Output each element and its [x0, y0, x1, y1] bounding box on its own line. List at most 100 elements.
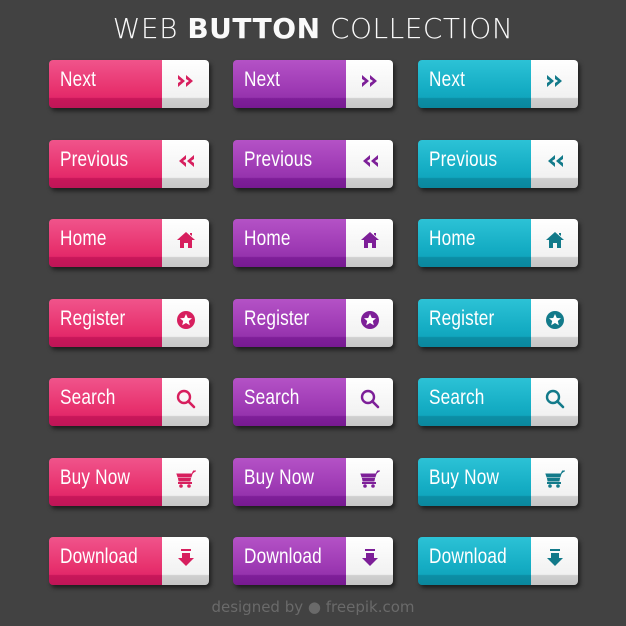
button-label: Search — [60, 386, 116, 409]
button-icon-area — [346, 299, 393, 347]
button-icon-area — [162, 537, 209, 585]
pink-buy-now-button[interactable]: Buy Now — [49, 458, 209, 506]
button-label: Buy Now — [60, 466, 131, 489]
cyan-download-button[interactable]: Download — [418, 537, 578, 585]
button-label-area: Download — [418, 537, 531, 585]
button-icon-area — [162, 378, 209, 426]
button-icon-area — [531, 140, 578, 188]
button-label-area: Register — [418, 299, 531, 347]
button-icon-area — [162, 299, 209, 347]
download-arrow-icon — [546, 549, 563, 566]
double-chevron-left-icon — [547, 155, 563, 167]
purple-download-button[interactable]: Download — [233, 537, 393, 585]
cart-icon — [544, 470, 565, 488]
button-label-area: Search — [49, 378, 162, 426]
purple-previous-button[interactable]: Previous — [233, 140, 393, 188]
button-label: Search — [429, 386, 485, 409]
button-label: Search — [244, 386, 300, 409]
pink-download-button[interactable]: Download — [49, 537, 209, 585]
button-label: Register — [244, 307, 310, 330]
cart-icon — [359, 470, 380, 488]
freepik-logo-icon: ● — [307, 598, 321, 616]
button-label-area: Previous — [418, 140, 531, 188]
button-label: Home — [60, 227, 107, 250]
button-label-area: Home — [233, 219, 346, 267]
pink-previous-button[interactable]: Previous — [49, 140, 209, 188]
title-part-bold: BUTTON — [187, 12, 321, 45]
button-icon-area — [346, 458, 393, 506]
button-icon-area — [346, 60, 393, 108]
double-chevron-right-icon — [361, 75, 377, 87]
search-icon — [360, 389, 379, 409]
title-part-2: COLLECTION — [320, 12, 514, 45]
button-icon-area — [162, 219, 209, 267]
purple-register-button[interactable]: Register — [233, 299, 393, 347]
button-icon-area — [162, 60, 209, 108]
button-icon-area — [346, 140, 393, 188]
cyan-home-button[interactable]: Home — [418, 219, 578, 267]
button-label: Home — [429, 227, 476, 250]
cyan-previous-button[interactable]: Previous — [418, 140, 578, 188]
button-icon-area — [531, 219, 578, 267]
double-chevron-right-icon — [546, 75, 562, 87]
pink-register-button[interactable]: Register — [49, 299, 209, 347]
button-label-area: Search — [233, 378, 346, 426]
button-icon-area — [346, 378, 393, 426]
button-label: Home — [244, 227, 291, 250]
button-icon-area — [346, 537, 393, 585]
button-label-area: Download — [49, 537, 162, 585]
button-icon-area — [531, 299, 578, 347]
button-icon-area — [531, 378, 578, 426]
button-icon-area — [531, 537, 578, 585]
download-arrow-icon — [361, 549, 378, 566]
cyan-next-button[interactable]: Next — [418, 60, 578, 108]
button-icon-area — [162, 458, 209, 506]
cyan-search-button[interactable]: Search — [418, 378, 578, 426]
cart-icon — [175, 470, 196, 488]
search-icon — [176, 389, 195, 409]
star-circle-icon — [360, 311, 379, 329]
star-circle-icon — [545, 311, 564, 329]
button-icon-area — [162, 140, 209, 188]
button-label-area: Home — [49, 219, 162, 267]
button-label-area: Register — [233, 299, 346, 347]
button-label: Next — [244, 68, 281, 91]
button-label: Next — [60, 68, 97, 91]
button-label-area: Buy Now — [233, 458, 346, 506]
pink-search-button[interactable]: Search — [49, 378, 209, 426]
title-part-1: WEB — [112, 12, 188, 45]
button-label-area: Previous — [49, 140, 162, 188]
purple-buy-now-button[interactable]: Buy Now — [233, 458, 393, 506]
home-icon — [545, 232, 564, 248]
button-icon-area — [346, 219, 393, 267]
credit-line: designed by ● freepik.com — [0, 598, 626, 616]
page-title: WEB BUTTON COLLECTION — [0, 12, 626, 45]
double-chevron-right-icon — [177, 75, 193, 87]
button-label: Download — [244, 545, 322, 568]
purple-search-button[interactable]: Search — [233, 378, 393, 426]
button-label-area: Buy Now — [49, 458, 162, 506]
button-label: Download — [429, 545, 507, 568]
button-label-area: Next — [233, 60, 346, 108]
cyan-register-button[interactable]: Register — [418, 299, 578, 347]
purple-home-button[interactable]: Home — [233, 219, 393, 267]
double-chevron-left-icon — [362, 155, 378, 167]
button-label: Register — [429, 307, 495, 330]
button-label: Download — [60, 545, 138, 568]
button-label: Register — [60, 307, 126, 330]
purple-next-button[interactable]: Next — [233, 60, 393, 108]
button-label-area: Home — [418, 219, 531, 267]
button-label-area: Search — [418, 378, 531, 426]
button-icon-area — [531, 458, 578, 506]
button-label: Buy Now — [429, 466, 500, 489]
button-label: Previous — [60, 148, 129, 171]
pink-next-button[interactable]: Next — [49, 60, 209, 108]
button-label-area: Download — [233, 537, 346, 585]
pink-home-button[interactable]: Home — [49, 219, 209, 267]
cyan-buy-now-button[interactable]: Buy Now — [418, 458, 578, 506]
button-label: Previous — [429, 148, 498, 171]
button-label-area: Next — [49, 60, 162, 108]
button-label-area: Register — [49, 299, 162, 347]
button-icon-area — [531, 60, 578, 108]
button-label-area: Previous — [233, 140, 346, 188]
